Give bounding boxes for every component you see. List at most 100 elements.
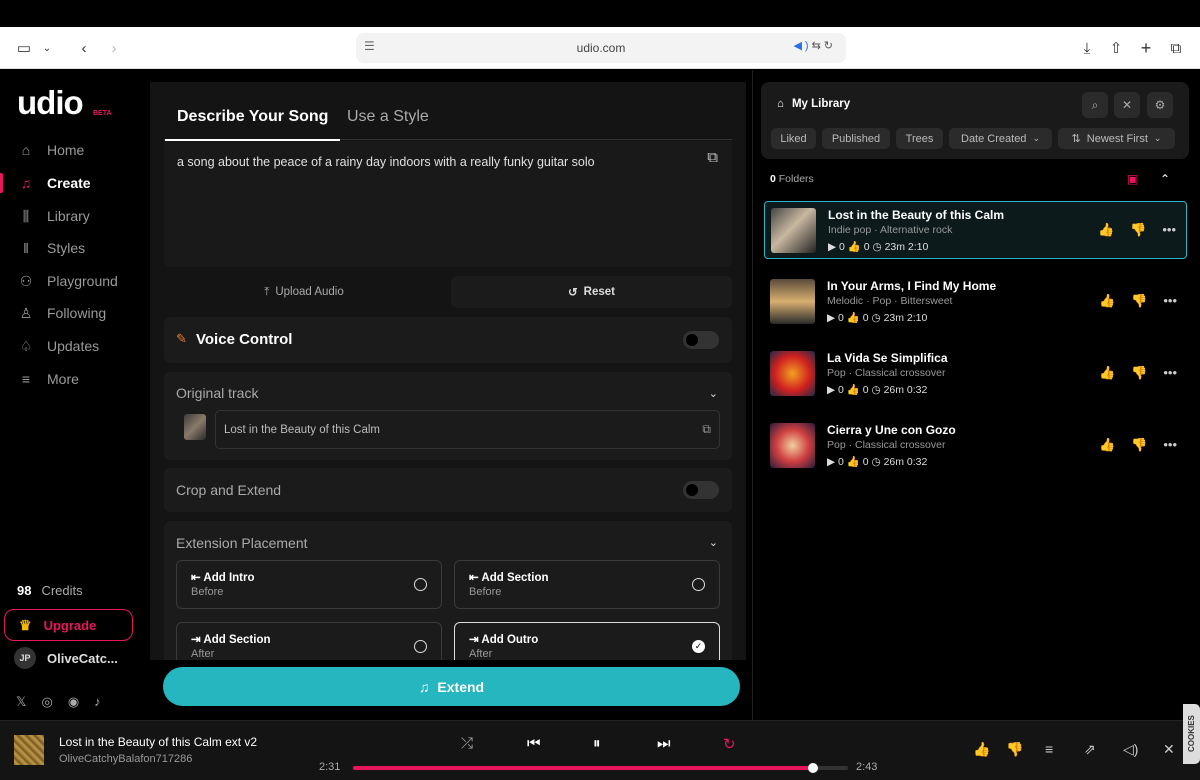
speaker-icon[interactable]: ◀) [793,40,811,52]
song-description-input[interactable]: a song about the peace of a rainy day in… [164,141,732,267]
tiktok-icon[interactable]: ♪ [94,694,101,710]
playground-icon: ⚇ [19,272,33,289]
sidebar-item-styles[interactable]: ‖ Styles [0,235,150,261]
option-add-section-after[interactable]: ⇥ Add Section After [176,622,442,660]
library-header: ⌂ My Library ⌕ ✕ ⚙ Liked Published Trees … [761,82,1189,159]
more-icon[interactable]: ••• [1163,437,1177,453]
shuffle-icon[interactable]: ⤮ [461,735,473,752]
close-icon[interactable]: ✕ [1114,92,1140,118]
pause-icon[interactable]: ⏸ [593,735,601,752]
sidebar-item-library[interactable]: ⫼ Library [0,203,150,229]
list-item[interactable]: Lost in the Beauty of this Calm Indie po… [764,201,1187,259]
now-playing-artist[interactable]: OliveCatchyBalafon717286 [59,753,192,765]
user-name: OliveCatc... [47,650,118,666]
song-stats: ▶ 0 👍 0 ◷ 23m 2:10 [827,312,928,324]
chevron-down-icon[interactable]: ⌄ [709,387,718,400]
thumbs-up-icon[interactable]: 👍 [1098,222,1114,238]
filter-liked[interactable]: Liked [771,128,816,149]
progress-handle[interactable] [808,763,819,773]
sidebar-item-following[interactable]: ♙ Following [0,300,150,326]
thumbs-down-icon[interactable]: 👎 [1131,437,1147,453]
repeat-icon[interactable]: ↻ [723,735,736,753]
new-folder-icon[interactable]: ▣ [1127,172,1138,186]
udio-logo[interactable]: udio [17,86,84,119]
song-description-text: a song about the peace of a rainy day in… [177,155,595,169]
list-item[interactable]: In Your Arms, I Find My Home Melodic · P… [764,273,1187,331]
upload-audio-button[interactable]: ⤒ Upload Audio [164,276,444,308]
more-icon[interactable]: ••• [1163,293,1177,309]
thumbs-up-icon[interactable]: 👍 [1099,365,1115,381]
radio-icon[interactable] [414,578,427,591]
thumbs-down-icon[interactable]: 👎 [1006,741,1023,758]
chevron-down-icon[interactable]: ⌄ [709,536,718,549]
thumbs-up-icon[interactable]: 👍 [1099,437,1115,453]
option-add-intro[interactable]: ⇤ Add Intro Before [176,560,442,609]
song-genres: Pop · Classical crossover [827,367,946,379]
queue-icon[interactable]: ≡ [1045,741,1053,757]
translate-icon[interactable]: ⇆ [812,40,824,52]
search-icon[interactable]: ⌕ [1082,92,1108,118]
gear-icon[interactable]: ⚙ [1147,92,1173,118]
thumbs-down-icon[interactable]: 👎 [1131,293,1147,309]
sidebar-item-create[interactable]: ♫ Create [0,170,150,196]
extension-placement-card: Extension Placement ⌄ ⇤ Add Intro Before… [164,521,732,660]
new-tab-icon[interactable]: + [1137,27,1155,69]
thumbs-down-icon[interactable]: 👎 [1131,365,1147,381]
discord-icon[interactable]: ◉ [68,694,79,710]
crop-extend-toggle[interactable] [683,481,719,499]
user-profile[interactable]: JP OliveCatc... [14,647,118,669]
now-playing-title[interactable]: Lost in the Beauty of this Calm ext v2 [59,735,257,749]
radio-icon[interactable] [692,578,705,591]
previous-icon[interactable]: ⏮ [527,735,541,752]
chevron-down-icon[interactable]: ⌄ [40,27,54,69]
original-track-card: Original track ⌄ Lost in the Beauty of t… [164,372,732,460]
upgrade-button[interactable]: ♛ Upgrade [4,609,133,641]
download-icon[interactable]: ⤓ [1078,27,1096,69]
original-track-field[interactable]: Lost in the Beauty of this Calm ⧉ [215,410,720,449]
tab-describe-your-song[interactable]: Describe Your Song [164,108,341,141]
sidebar-item-home[interactable]: ⌂ Home [0,137,150,163]
volume-icon[interactable]: ◁) [1123,741,1138,758]
next-icon[interactable]: ⏭ [657,735,671,752]
cookies-tab[interactable]: COOKIES [1183,704,1200,764]
filter-trees[interactable]: Trees [896,128,943,149]
filter-published[interactable]: Published [822,128,890,149]
sort-newest-first[interactable]: ⇅ Newest First ⌄ [1058,128,1175,149]
x-icon[interactable]: 𝕏 [16,694,26,710]
address-bar[interactable]: ☰ udio.com ◀)⇆↻ [356,33,846,63]
tab-use-a-style[interactable]: Use a Style [347,108,429,126]
thumbs-down-icon[interactable]: 👎 [1130,222,1146,238]
sidebar-item-more[interactable]: ≡ More [0,366,150,392]
back-icon[interactable]: ‹ [76,27,92,69]
sidebar-item-playground[interactable]: ⚇ Playground [0,268,150,294]
more-icon[interactable]: ••• [1163,365,1177,381]
sidebar-toggle-icon[interactable]: ▭ [14,27,34,69]
close-icon[interactable]: ✕ [1163,741,1175,758]
copy-icon[interactable]: ⧉ [702,422,711,437]
extend-button[interactable]: ♫ Extend [163,667,740,706]
sort-date-created[interactable]: Date Created ⌄ [949,128,1052,149]
instagram-icon[interactable]: ◎ [41,694,52,710]
thumbs-up-icon[interactable]: 👍 [1099,293,1115,309]
more-icon[interactable]: ••• [1162,222,1176,238]
forward-icon[interactable]: › [106,27,122,69]
reset-button[interactable]: ↺ Reset [451,276,732,308]
copy-prompt-icon[interactable]: ⧉ [707,149,718,166]
list-item[interactable]: Cierra y Une con Gozo Pop · Classical cr… [764,417,1187,475]
option-add-section-before[interactable]: ⇤ Add Section Before [454,560,720,609]
song-stats: ▶ 0 👍 0 ◷ 23m 2:10 [828,241,929,253]
radio-icon[interactable] [414,640,427,653]
page-menu-icon[interactable]: ☰ [364,39,375,53]
tabs-overview-icon[interactable]: ⧉ [1167,27,1185,69]
voice-control-toggle[interactable] [683,331,719,349]
share-icon[interactable]: ⇧ [1107,27,1125,69]
chevron-up-icon[interactable]: ⌃ [1160,172,1170,186]
thumbs-up-icon[interactable]: 👍 [973,741,990,758]
open-external-icon[interactable]: ⇗ [1084,741,1096,758]
progress-bar[interactable] [353,763,848,773]
reload-icon[interactable]: ↻ [824,40,836,52]
option-add-outro[interactable]: ⇥ Add Outro After ✓ [454,622,720,660]
check-icon[interactable]: ✓ [692,640,705,653]
list-item[interactable]: La Vida Se Simplifica Pop · Classical cr… [764,345,1187,403]
sidebar-item-updates[interactable]: ♤ Updates [0,333,150,359]
